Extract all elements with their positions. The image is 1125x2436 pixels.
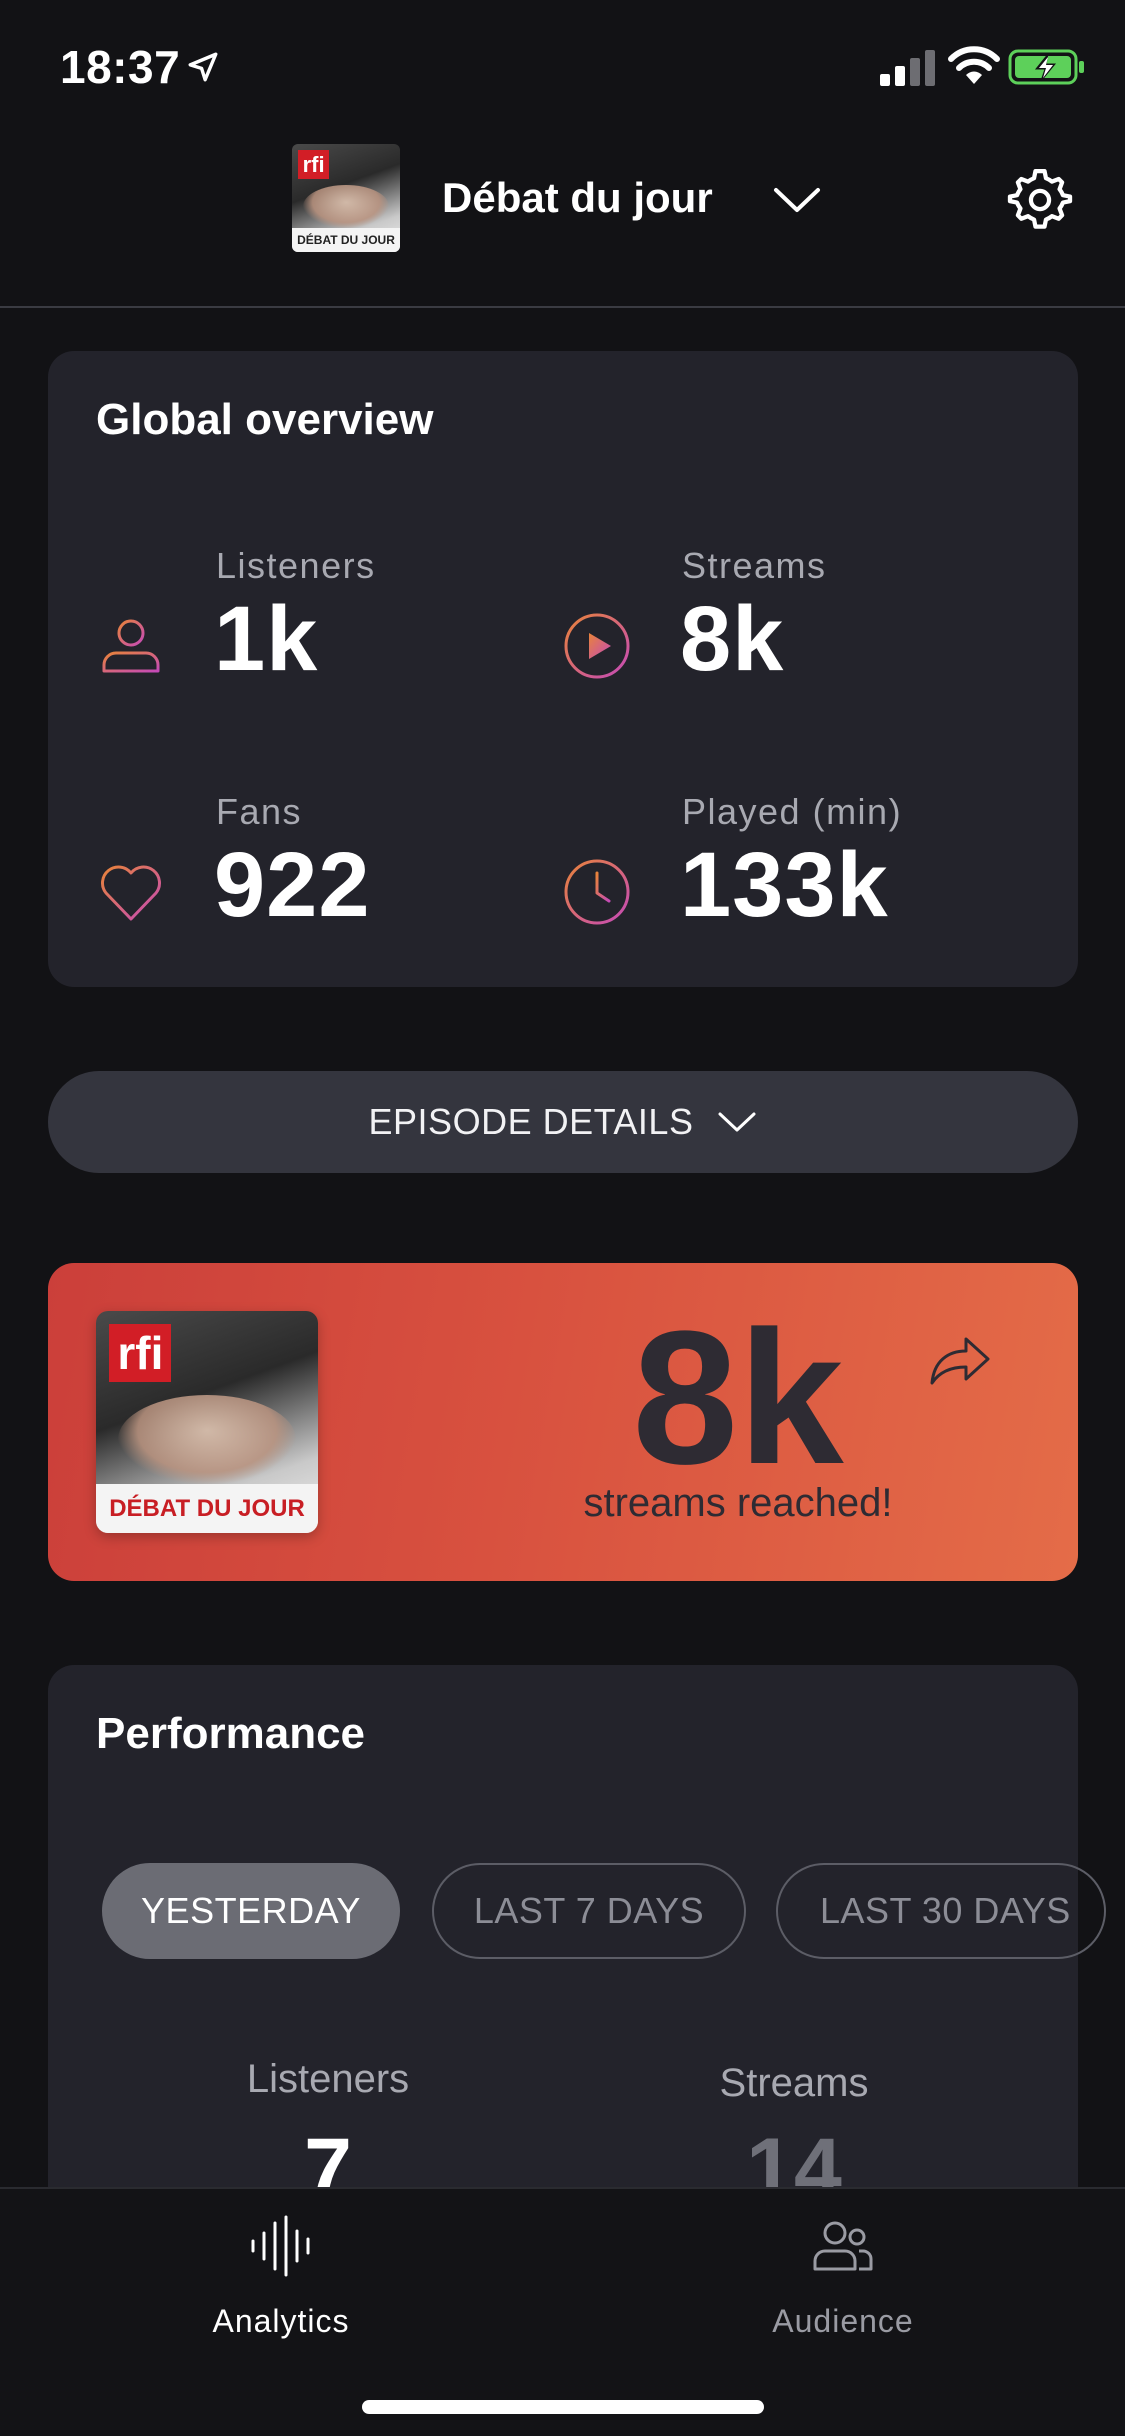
person-icon — [102, 619, 160, 673]
rfi-logo: rfi — [298, 150, 329, 179]
podcast-artwork[interactable]: rfi DÉBAT DU JOUR — [292, 144, 400, 252]
cellular-signal-icon — [880, 50, 935, 86]
chevron-down-icon — [718, 1112, 756, 1132]
home-indicator — [362, 2400, 764, 2414]
clock-icon — [564, 859, 630, 925]
perf-listeners-label: Listeners — [246, 2057, 410, 2101]
global-overview-title: Global overview — [96, 395, 434, 444]
metric-label: Played (min) — [682, 791, 903, 832]
share-icon[interactable] — [928, 1331, 992, 1387]
perf-streams-label: Streams — [719, 2061, 869, 2105]
episode-details-button[interactable]: EPISODE DETAILS — [48, 1071, 1078, 1173]
metric-label: Streams — [682, 545, 827, 586]
play-circle-icon — [564, 613, 630, 679]
status-time: 18:37 — [60, 41, 181, 93]
metric-value: 8k — [680, 588, 785, 690]
artwork-caption: DÉBAT DU JOUR — [297, 233, 395, 248]
performance-title: Performance — [96, 1709, 366, 1758]
tab-audience-label: Audience — [772, 2303, 914, 2339]
location-arrow-icon — [188, 52, 218, 82]
waveform-icon — [251, 2215, 310, 2277]
battery-charging-icon — [1008, 49, 1084, 85]
podcast-title[interactable]: Débat du jour — [442, 174, 713, 222]
metric-label: Listeners — [216, 545, 376, 586]
heart-icon — [101, 865, 161, 921]
rfi-logo: rfi — [109, 1324, 172, 1383]
wifi-icon — [948, 46, 1000, 84]
metric-fans: Fans 922 — [96, 791, 536, 971]
range-last-30-days-pill[interactable]: LAST 30 DAYS — [776, 1863, 1106, 1959]
tab-analytics-label: Analytics — [212, 2303, 350, 2339]
tab-bar: Analytics Audience — [0, 2187, 1125, 2436]
metric-value: 922 — [214, 834, 371, 936]
gear-icon[interactable] — [1006, 166, 1074, 234]
metric-streams: Streams 8k — [562, 545, 1002, 725]
milestone-banner: rfi DÉBAT DU JOUR 8k streams reached! — [48, 1263, 1078, 1581]
podcast-header: rfi DÉBAT DU JOUR Débat du jour — [0, 130, 1125, 308]
tab-analytics[interactable]: Analytics — [131, 2207, 431, 2347]
app-screen: 18:37 rfi DÉBAT DU JOUR Débat du jour Gl… — [0, 0, 1125, 2436]
episode-details-label: EPISODE DETAILS — [368, 1101, 694, 1142]
metric-played-minutes: Played (min) 133k — [562, 791, 1002, 971]
metric-value: 133k — [680, 834, 889, 936]
milestone-caption: streams reached! — [583, 1481, 893, 1525]
global-overview-card: Global overview Listeners 1k Streams 8k — [48, 351, 1078, 987]
tab-audience[interactable]: Audience — [693, 2207, 993, 2347]
chevron-down-icon[interactable] — [772, 182, 822, 218]
metric-listeners: Listeners 1k — [96, 545, 536, 725]
metric-label: Fans — [216, 791, 303, 832]
metric-value: 1k — [214, 588, 319, 690]
range-last-7-days-pill[interactable]: LAST 7 DAYS — [432, 1863, 746, 1959]
artwork-caption: DÉBAT DU JOUR — [109, 1494, 305, 1522]
status-bar: 18:37 — [0, 0, 1125, 130]
milestone-artwork: rfi DÉBAT DU JOUR — [96, 1311, 318, 1533]
performance-card: Performance YESTERDAY LAST 7 DAYS LAST 3… — [48, 1665, 1106, 2225]
people-icon — [813, 2221, 873, 2271]
range-yesterday-pill[interactable]: YESTERDAY — [102, 1863, 400, 1959]
